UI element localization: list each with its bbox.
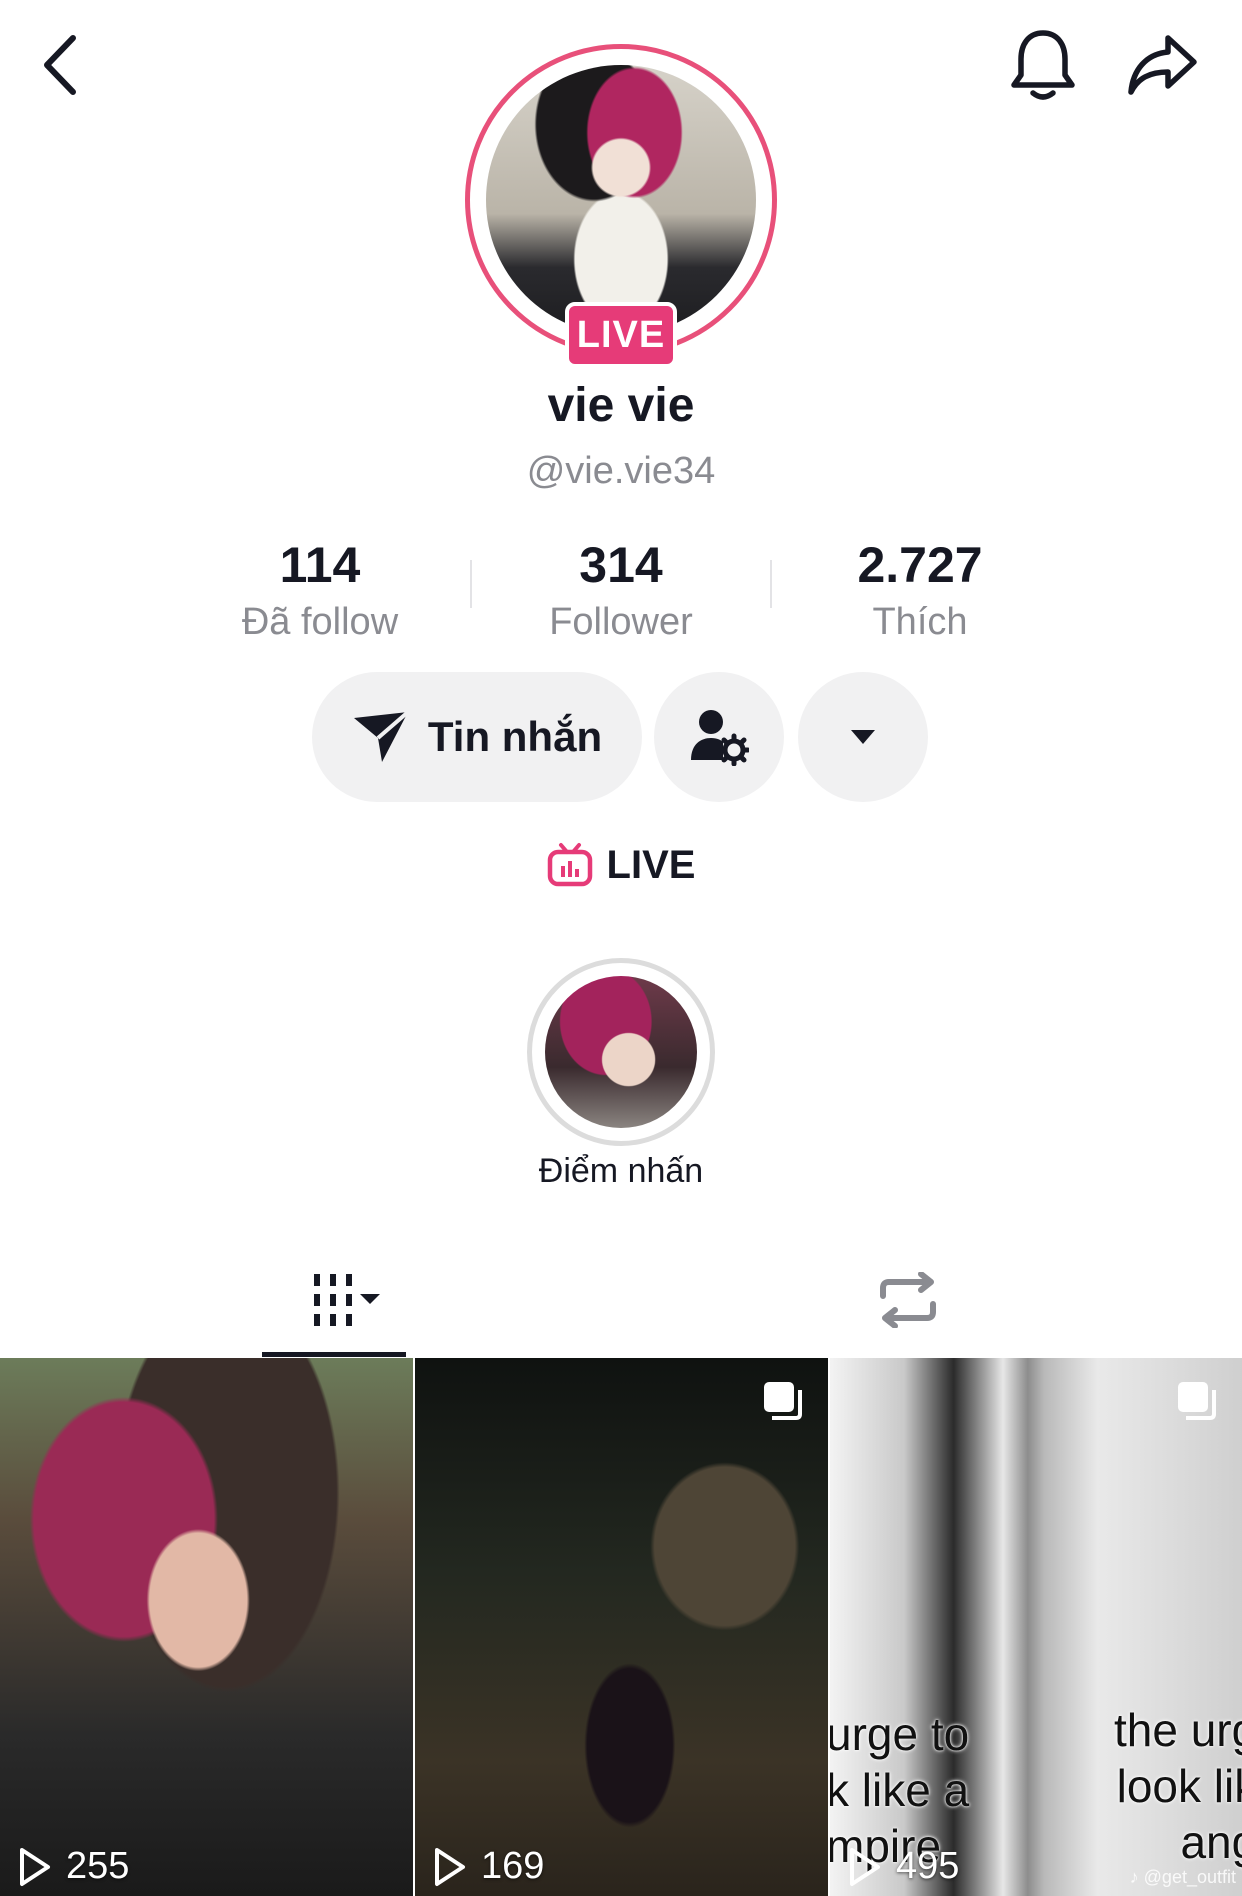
stat-label: Đã follow [241, 601, 399, 643]
repost-icon [880, 1272, 936, 1328]
live-tv-icon [547, 843, 592, 887]
live-link[interactable]: LIVE [0, 842, 1242, 888]
play-icon [20, 1847, 50, 1886]
video-watermark: ♪ @get_outfit [1129, 1867, 1236, 1887]
person-gear-icon [691, 710, 749, 766]
view-count-value: 169 [481, 1845, 545, 1887]
overlay-line: urge to [830, 1708, 970, 1760]
stat-followers[interactable]: 314 Follower [491, 535, 751, 647]
tab-videos[interactable] [262, 1245, 406, 1355]
overlay-line: the urg [1114, 1704, 1242, 1756]
live-badge: LIVE [565, 302, 677, 368]
video-overlay-text-right: the urg look lik ang [1114, 1702, 1242, 1870]
view-count: 495 [848, 1845, 959, 1888]
view-count: 255 [18, 1845, 129, 1888]
stat-value: 314 [579, 537, 663, 593]
highlight-label: Điểm nhấn [538, 1152, 704, 1190]
send-icon [353, 710, 410, 762]
video-thumbnail[interactable]: 169 [415, 1358, 828, 1896]
caret-down-icon [851, 730, 875, 744]
stat-value: 114 [279, 537, 361, 593]
stat-divider [470, 560, 472, 608]
stat-label: Follower [549, 601, 693, 643]
avatar-image [486, 65, 756, 335]
active-tab-indicator [262, 1352, 406, 1357]
stat-likes[interactable]: 2.727 Thích [790, 535, 1050, 647]
message-button[interactable]: Tin nhắn [312, 672, 642, 802]
multi-photo-icon [764, 1382, 802, 1420]
video-thumbnail[interactable]: 255 [0, 1358, 413, 1896]
bell-icon [1011, 30, 1075, 100]
follow-settings-button[interactable] [654, 672, 784, 802]
more-options-button[interactable] [798, 672, 928, 802]
share-icon [1128, 35, 1197, 95]
stat-label: Thích [872, 601, 968, 643]
highlight-image [545, 976, 697, 1128]
stat-value: 2.727 [857, 537, 983, 593]
username: @vie.vie34 [526, 450, 716, 492]
profile-avatar[interactable]: LIVE [465, 44, 777, 368]
tab-reposts[interactable] [838, 1245, 978, 1355]
play-icon [850, 1847, 880, 1886]
play-icon [435, 1847, 465, 1886]
back-icon [44, 35, 76, 95]
live-link-label: LIVE [606, 842, 696, 887]
share-button[interactable] [1118, 20, 1208, 110]
notification-bell-button[interactable] [998, 20, 1088, 110]
overlay-line: ang [1180, 1816, 1242, 1868]
overlay-line: k like a [830, 1764, 970, 1816]
view-count-value: 495 [896, 1845, 960, 1887]
grid-icon [314, 1274, 380, 1326]
display-name: vie vie [547, 379, 695, 432]
highlight-story[interactable] [527, 958, 715, 1146]
multi-photo-icon [1178, 1382, 1216, 1420]
overlay-line: look lik [1116, 1760, 1242, 1812]
stat-following[interactable]: 114 Đã follow [190, 535, 450, 647]
view-count-value: 255 [66, 1845, 130, 1887]
video-thumbnail[interactable]: urge to k like a mpire the urg look lik … [830, 1358, 1242, 1896]
back-button[interactable] [15, 20, 105, 110]
message-button-label: Tin nhắn [427, 713, 603, 760]
view-count: 169 [433, 1845, 544, 1888]
stat-divider [770, 560, 772, 608]
